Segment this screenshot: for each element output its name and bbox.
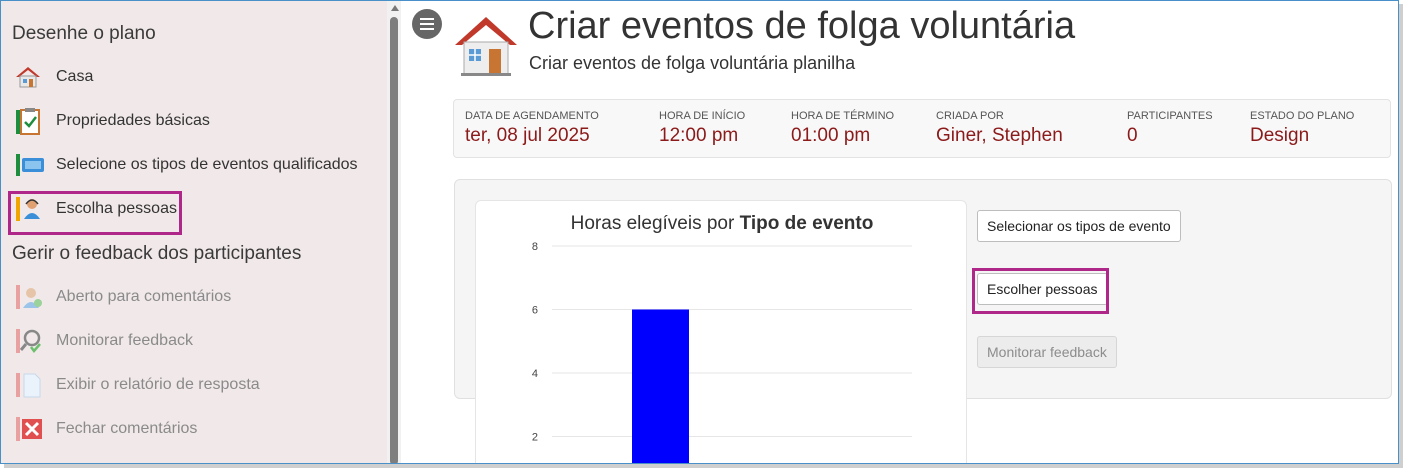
sidebar-item-label: Fechar comentários [56, 420, 198, 437]
menu-button[interactable] [412, 9, 442, 39]
info-start-time: Hora de início 12:00 pm [659, 110, 745, 147]
info-value: Giner, Stephen [936, 125, 1063, 146]
scroll-up-arrow-icon[interactable] [391, 5, 399, 11]
sidebar-item-relatorio[interactable]: Exibir o relatório de resposta [15, 368, 260, 402]
page-title: Criar eventos de folga voluntária [528, 5, 1076, 47]
info-label: Data de agendamento [465, 110, 599, 122]
scrollbar-thumb[interactable] [390, 17, 398, 463]
document-icon [15, 371, 45, 399]
clipboard-icon [15, 107, 45, 135]
sidebar-item-label: Monitorar feedback [56, 332, 193, 349]
plan-info-panel: Data de agendamento ter, 08 jul 2025 Hor… [453, 99, 1391, 158]
page-subtitle: Criar eventos de folga voluntária planil… [529, 53, 856, 73]
app-window: Desenhe o plano Casa Propriedades básica… [0, 0, 1399, 464]
highlight-escolha-pessoas [8, 191, 182, 235]
info-value: 12:00 pm [659, 125, 739, 146]
close-box-icon [15, 415, 45, 443]
info-label: Hora de início [659, 110, 746, 122]
sidebar-item-fechar-comentarios[interactable]: Fechar comentários [15, 412, 197, 446]
sidebar-item-tipos-eventos[interactable]: Selecione os tipos de eventos qualificad… [15, 148, 358, 182]
sidebar-item-aberto-comentarios[interactable]: Aberto para comentários [15, 280, 231, 314]
chart-svg: 8 6 4 2 [532, 241, 912, 465]
sidebar: Desenhe o plano Casa Propriedades básica… [1, 1, 387, 463]
chart-y-tick-label: 2 [532, 432, 538, 444]
sidebar-section-design: Desenhe o plano [12, 23, 156, 44]
person-comment-icon [15, 283, 45, 311]
sidebar-item-label: Aberto para comentários [56, 288, 232, 305]
info-created-by: Criada por Giner, Stephen [936, 110, 1063, 147]
magnifier-icon [15, 327, 45, 355]
menu-icon [420, 18, 434, 20]
house-icon [15, 63, 45, 91]
info-scheduled-date: Data de agendamento ter, 08 jul 2025 [465, 110, 599, 147]
sidebar-item-monitorar-feedback[interactable]: Monitorar feedback [15, 324, 193, 358]
info-plan-state: Estado do plano Design [1250, 110, 1354, 147]
event-card-icon [15, 151, 45, 179]
sidebar-item-casa[interactable]: Casa [15, 60, 93, 94]
info-end-time: Hora de término 01:00 pm [791, 110, 894, 147]
sidebar-item-label: Exibir o relatório de resposta [56, 376, 260, 393]
sidebar-item-label: Selecione os tipos de eventos qualificad… [56, 156, 358, 173]
sidebar-item-propriedades[interactable]: Propriedades básicas [15, 104, 210, 138]
info-value: Design [1250, 125, 1310, 146]
highlight-choose-people [972, 268, 1109, 314]
house-logo-icon [453, 15, 519, 77]
info-value: 0 [1127, 125, 1138, 146]
info-participants: Participantes 0 [1127, 110, 1213, 147]
chart-bar[interactable] [632, 309, 689, 465]
info-label: Estado do plano [1250, 110, 1355, 122]
info-label: Hora de término [791, 110, 895, 122]
monitor-feedback-button[interactable]: Monitorar feedback [977, 336, 1117, 368]
sidebar-item-label: Casa [56, 68, 94, 85]
info-label: Participantes [1127, 110, 1213, 122]
chart-y-tick-label: 4 [532, 368, 538, 380]
chart-y-tick-label: 6 [532, 305, 538, 317]
sidebar-item-label: Propriedades básicas [56, 112, 210, 129]
info-value: 01:00 pm [791, 125, 871, 146]
chart-card: Horas elegíveis por Tipo de evento 8642 [475, 200, 967, 465]
info-label: Criada por [936, 110, 1004, 122]
info-value: ter, 08 jul 2025 [465, 125, 590, 146]
chart-y-tick-label: 8 [532, 241, 538, 253]
select-event-types-button[interactable]: Selecionar os tipos de evento [977, 210, 1181, 242]
sidebar-section-feedback: Gerir o feedback dos participantes [12, 243, 302, 264]
